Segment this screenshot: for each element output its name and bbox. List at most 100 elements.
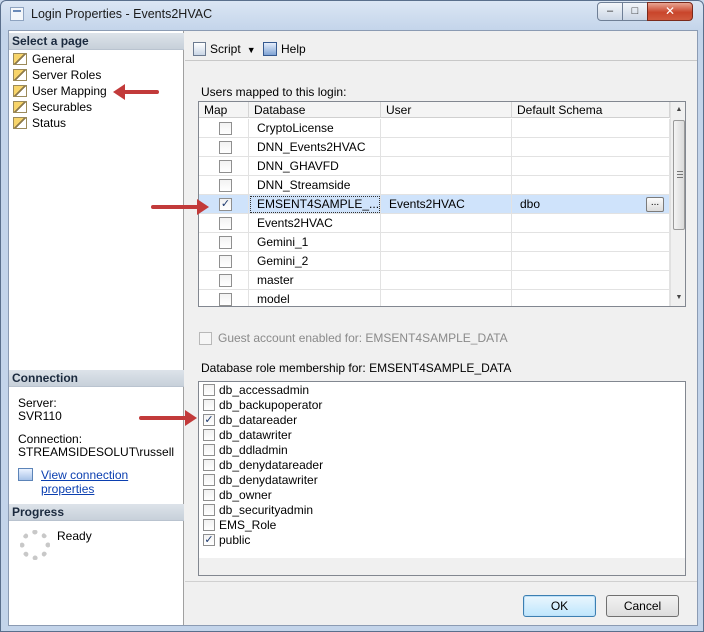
table-row[interactable]: DNN_Events2HVAC [199,138,670,157]
minimize-button[interactable]: – [597,2,623,21]
script-button[interactable]: Script ▼ [193,40,256,58]
column-header-default-schema[interactable]: Default Schema [512,102,670,118]
thumb-grip [677,174,683,175]
help-button[interactable]: Help [263,40,306,58]
maximize-button[interactable]: □ [622,2,648,21]
connection-header: Connection [9,370,184,387]
table-row[interactable]: Gemini_1 [199,233,670,252]
table-row[interactable]: Gemini_2 [199,252,670,271]
role-checkbox[interactable] [203,489,215,501]
database-cell[interactable]: DNN_Events2HVAC [249,138,381,157]
title-bar[interactable]: Login Properties - Events2HVAC – □ ✕ [1,1,703,29]
user-cell[interactable] [381,157,512,176]
map-checkbox[interactable]: ✓ [219,198,232,211]
view-connection-properties-link[interactable]: View connection properties [41,468,183,496]
role-checkbox[interactable] [203,504,215,516]
map-checkbox[interactable] [219,179,232,192]
map-checkbox[interactable] [219,293,232,306]
table-row[interactable]: master [199,271,670,290]
map-checkbox[interactable] [219,217,232,230]
role-membership-list: db_accessadmin db_backupoperator ✓ db_datar… [198,381,686,576]
close-button[interactable]: ✕ [647,2,693,21]
database-cell[interactable]: DNN_Streamside [249,176,381,195]
user-cell[interactable] [381,290,512,306]
column-header-map[interactable]: Map [199,102,249,118]
role-checkbox[interactable] [203,399,215,411]
users-mapped-label: Users mapped to this login: [201,85,347,99]
map-checkbox[interactable] [219,274,232,287]
default-schema-cell[interactable] [512,214,670,233]
role-checkbox[interactable] [203,444,215,456]
annotation-arrow-user-mapping [113,84,159,100]
database-cell[interactable]: Gemini_2 [249,252,381,271]
page-item-general[interactable]: General [13,51,75,67]
map-checkbox[interactable] [219,141,232,154]
role-checkbox[interactable] [203,459,215,471]
guest-account-checkbox[interactable] [199,332,212,345]
default-schema-cell[interactable] [512,119,670,138]
map-checkbox[interactable] [219,236,232,249]
user-cell[interactable]: Events2HVAC [381,195,512,214]
database-cell[interactable]: EMSENT4SAMPLE_... [249,195,381,214]
database-cell[interactable]: CryptoLicense [249,119,381,138]
column-header-user[interactable]: User [381,102,512,118]
user-cell[interactable] [381,214,512,233]
user-cell[interactable] [381,252,512,271]
scroll-up-icon[interactable]: ▲ [671,102,685,118]
role-checkbox[interactable] [203,519,215,531]
map-checkbox[interactable] [219,160,232,173]
map-cell [199,119,249,138]
browse-schema-button[interactable]: ... [646,197,664,212]
user-cell[interactable] [381,271,512,290]
grid-vertical-scrollbar[interactable]: ▲ ▼ [670,102,685,306]
default-schema-cell[interactable] [512,290,670,306]
window-title: Login Properties - Events2HVAC [31,7,213,21]
page-item-securables[interactable]: Securables [13,99,92,115]
grid-header: Map Database User Default Schema [199,102,670,118]
default-schema-cell[interactable] [512,271,670,290]
cancel-button[interactable]: Cancel [606,595,679,617]
page-item-server-roles[interactable]: Server Roles [13,67,101,83]
chevron-down-icon[interactable]: ▼ [247,45,256,55]
page-item-status[interactable]: Status [13,115,66,131]
role-list-horizontal-scrollbar[interactable] [199,558,685,575]
table-row[interactable]: Events2HVAC [199,214,670,233]
page-icon [13,117,27,129]
table-row[interactable]: CryptoLicense [199,119,670,138]
role-membership-label: Database role membership for: EMSENT4SAM… [201,361,512,375]
default-schema-cell[interactable] [512,233,670,252]
user-cell[interactable] [381,119,512,138]
table-row[interactable]: DNN_Streamside [199,176,670,195]
map-checkbox[interactable] [219,255,232,268]
role-name: EMS_Role [219,518,277,532]
default-schema-cell[interactable] [512,157,670,176]
default-schema-cell[interactable] [512,252,670,271]
progress-status: Ready [57,529,92,543]
user-cell[interactable] [381,176,512,195]
user-cell[interactable] [381,138,512,157]
database-cell[interactable]: Events2HVAC [249,214,381,233]
footer-divider [185,581,697,582]
database-cell[interactable]: master [249,271,381,290]
database-cell[interactable]: DNN_GHAVFD [249,157,381,176]
map-checkbox[interactable] [219,122,232,135]
column-header-database[interactable]: Database [249,102,381,118]
table-row[interactable]: ✓ EMSENT4SAMPLE_... Events2HVAC dbo... [199,195,670,214]
role-checkbox[interactable] [203,429,215,441]
page-item-user-mapping[interactable]: User Mapping [13,83,107,99]
user-cell[interactable] [381,233,512,252]
scroll-down-icon[interactable]: ▼ [671,290,685,306]
role-name: db_datareader [219,413,298,427]
default-schema-cell[interactable] [512,176,670,195]
role-checkbox[interactable]: ✓ [203,414,215,426]
table-row[interactable]: DNN_GHAVFD [199,157,670,176]
role-checkbox[interactable] [203,474,215,486]
table-row[interactable]: model [199,290,670,306]
role-checkbox[interactable]: ✓ [203,534,215,546]
database-cell[interactable]: Gemini_1 [249,233,381,252]
role-checkbox[interactable] [203,384,215,396]
scroll-thumb[interactable] [673,120,685,230]
database-cell[interactable]: model [249,290,381,306]
ok-button[interactable]: OK [523,595,596,617]
default-schema-cell[interactable] [512,138,670,157]
